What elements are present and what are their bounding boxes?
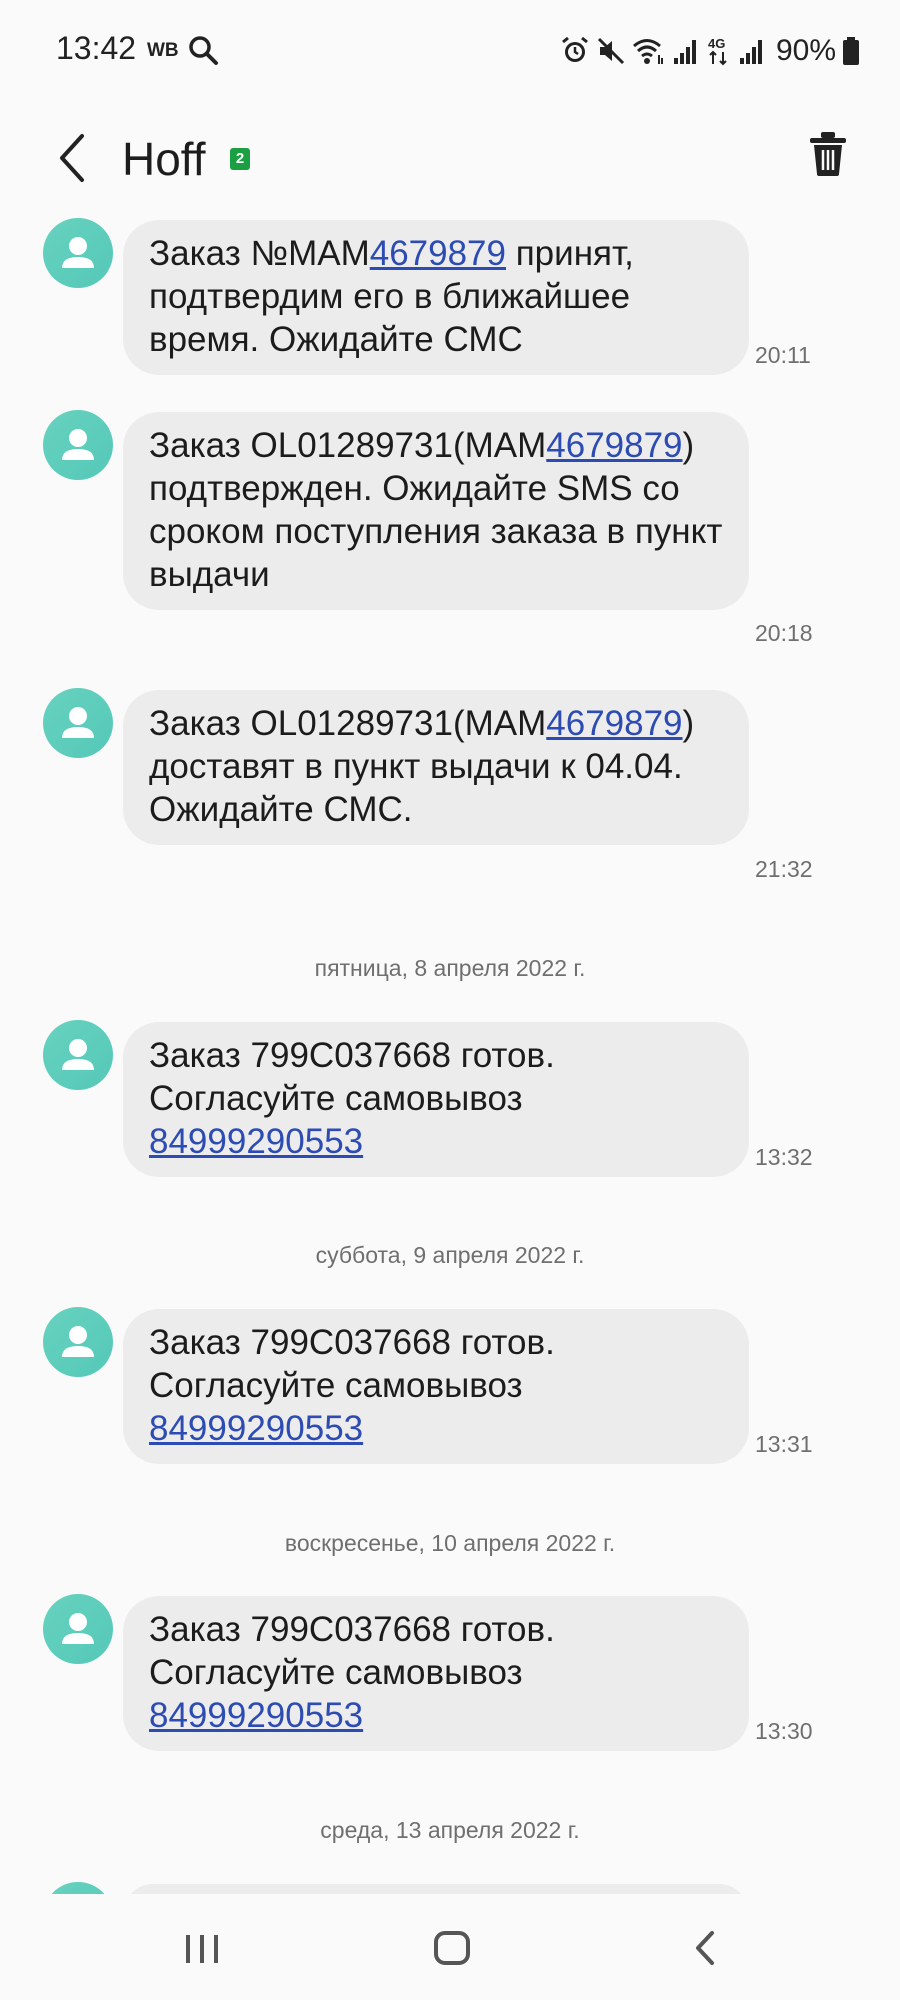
sim-badge: 2	[230, 148, 250, 170]
message-time: 13:31	[755, 1431, 813, 1457]
status-bar: 13:42 WB 4G 90%	[0, 0, 900, 100]
search-icon	[189, 36, 218, 65]
message-bubble[interactable]: Заказ OL01289731(MAM4679879) подтвержден…	[123, 412, 749, 610]
message-link[interactable]: 4679879	[546, 704, 682, 743]
message-time: 21:32	[755, 856, 813, 882]
message-bubble[interactable]: Заказ №MAM4679879 принят, подтвердим его…	[123, 220, 749, 375]
person-icon	[62, 707, 94, 738]
date-separator: воскресенье, 10 апреля 2022 г.	[284, 1530, 616, 1556]
message-bubble[interactable]	[123, 1884, 749, 1894]
status-time: 13:42	[56, 30, 137, 66]
status-carrier-tag: WB	[147, 40, 179, 61]
wifi-icon	[632, 39, 663, 64]
avatar[interactable]	[43, 1594, 113, 1664]
person-icon	[62, 1326, 94, 1357]
contact-name: Hoff	[122, 133, 206, 185]
message-text: Заказ 799C037668 готов. Согласуйте самов…	[149, 1036, 555, 1118]
svg-text:4G: 4G	[708, 36, 725, 51]
chevron-left-icon[interactable]	[50, 130, 98, 186]
avatar[interactable]	[43, 1882, 113, 1894]
message-time: 20:18	[755, 620, 813, 646]
message-link[interactable]: 84999290553	[149, 1696, 363, 1735]
conversation-header: Hoff 2	[0, 100, 900, 210]
avatar[interactable]	[43, 1020, 113, 1090]
person-icon	[62, 1613, 94, 1644]
person-icon	[62, 429, 94, 460]
message-link[interactable]: 84999290553	[149, 1122, 363, 1161]
date-separator: среда, 13 апреля 2022 г.	[320, 1817, 580, 1843]
message-time: 13:30	[755, 1718, 813, 1744]
message-item-partial	[0, 1882, 900, 1894]
avatar[interactable]	[43, 410, 113, 480]
avatar[interactable]	[43, 688, 113, 758]
message-text: Заказ OL01289731(MAM	[149, 704, 547, 743]
message-bubble[interactable]: Заказ 799C037668 готов. Согласуйте самов…	[123, 1309, 749, 1464]
message-text: Заказ №MAM	[149, 234, 370, 273]
alarm-icon	[562, 36, 588, 62]
message-time: 13:32	[755, 1144, 813, 1170]
home-icon[interactable]	[432, 1923, 472, 1971]
message-bubble[interactable]: Заказ 799C037668 готов. Согласуйте самов…	[123, 1022, 749, 1177]
battery-icon	[843, 37, 859, 65]
date-separator: суббота, 9 апреля 2022 г.	[315, 1242, 585, 1268]
message-link[interactable]: 4679879	[370, 234, 506, 273]
message-text: Заказ OL01289731(MAM	[149, 426, 547, 465]
avatar[interactable]	[43, 1307, 113, 1377]
back-icon[interactable]	[690, 1923, 720, 1971]
recents-icon[interactable]	[182, 1923, 222, 1971]
avatar[interactable]	[43, 218, 113, 288]
message-link[interactable]: 84999290553	[149, 1409, 363, 1448]
message-bubble[interactable]: Заказ 799C037668 готов. Согласуйте самов…	[123, 1596, 749, 1751]
battery-percent: 90%	[775, 34, 836, 67]
trash-icon[interactable]	[808, 130, 848, 178]
message-time: 20:11	[755, 342, 811, 368]
person-icon	[62, 237, 94, 268]
network-4g-icon: 4G	[708, 36, 727, 66]
message-bubble[interactable]: Заказ OL01289731(MAM4679879) доставят в …	[123, 690, 749, 845]
signal-icon-2	[739, 40, 762, 64]
message-link[interactable]: 4679879	[546, 426, 682, 465]
message-text: Заказ 799C037668 готов. Согласуйте самов…	[149, 1610, 555, 1692]
status-icons: 4G 90%	[560, 30, 860, 72]
person-icon	[62, 1039, 94, 1070]
system-nav-bar	[0, 1895, 900, 2000]
date-separator: пятница, 8 апреля 2022 г.	[314, 955, 586, 981]
mute-icon	[597, 37, 625, 65]
signal-icon-1	[673, 40, 696, 64]
message-text: Заказ 799C037668 готов. Согласуйте самов…	[149, 1323, 555, 1405]
